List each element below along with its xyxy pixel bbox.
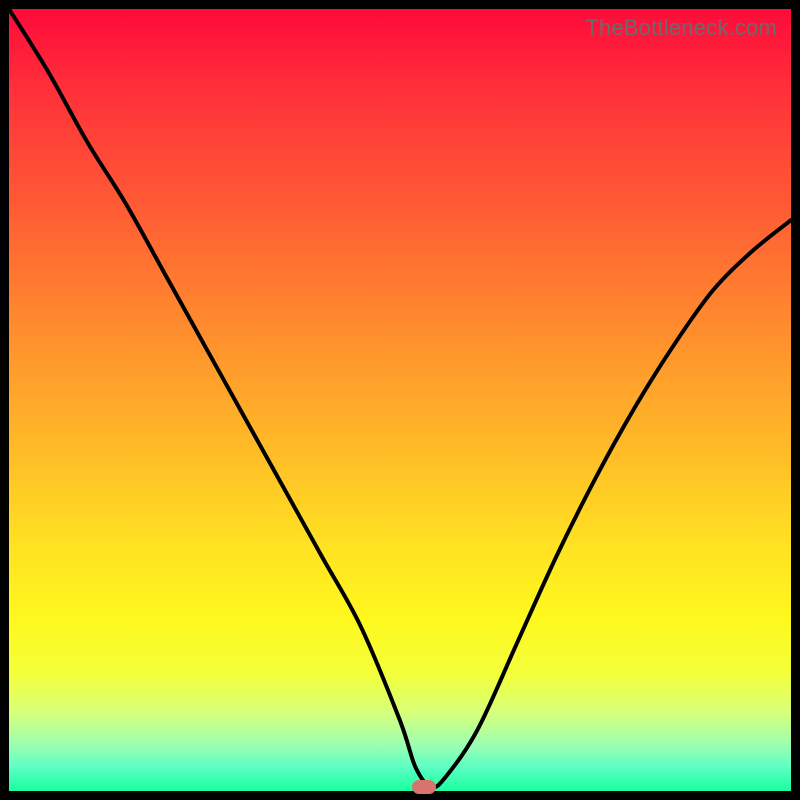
bottleneck-curve [9,9,791,791]
chart-container: TheBottleneck.com [0,0,800,800]
minimum-marker [412,780,436,794]
chart-plot-area: TheBottleneck.com [9,9,791,791]
curve-path [9,9,791,787]
